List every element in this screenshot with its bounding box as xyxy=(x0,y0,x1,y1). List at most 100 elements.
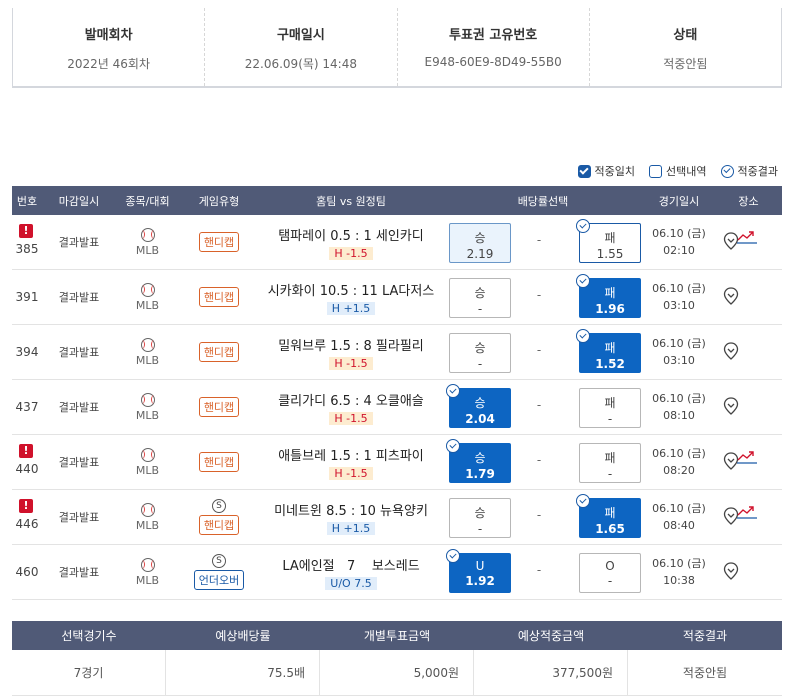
row-sport-cell: MLB xyxy=(116,502,179,532)
close-status: 결과발표 xyxy=(58,401,100,414)
match-time: 08:10 xyxy=(663,409,695,422)
row-odds-cell: 승 - - 패 1.96 xyxy=(443,270,643,324)
odds-option-label: 패 xyxy=(604,341,616,355)
odds-option-left[interactable]: 승 2.04 xyxy=(446,384,511,428)
purchase-value: 22.06.09(목) 14:48 xyxy=(244,57,357,71)
draw-dash: - xyxy=(536,508,542,522)
row-sport-cell: MLB xyxy=(116,557,179,587)
row-sport-cell: MLB xyxy=(116,282,179,312)
odds-option-left[interactable]: 승 - xyxy=(449,333,511,373)
match-time: 03:10 xyxy=(663,354,695,367)
row-date-cell: 06.10 (금) 03:10 xyxy=(643,335,715,369)
odds-option-value: 1.92 xyxy=(465,574,495,588)
summary-header-games: 선택경기수 xyxy=(61,629,117,643)
odds-option-left[interactable]: 승 2.19 xyxy=(449,223,511,263)
single-badge: S xyxy=(212,554,226,568)
odds-option-left[interactable]: 승 - xyxy=(449,498,511,538)
league-name: MLB xyxy=(135,573,160,587)
match-time: 03:10 xyxy=(663,299,695,312)
location-pin-icon[interactable] xyxy=(723,397,739,415)
odds-option-right[interactable]: 패 1.96 xyxy=(576,274,641,318)
row-type-cell: S 언더오버 xyxy=(179,554,259,590)
legend-hit-match[interactable]: 적중일치 xyxy=(577,163,635,179)
purchase-label: 구매일시 xyxy=(276,28,325,43)
match-time: 10:38 xyxy=(663,574,695,587)
odds-option-label: 승 xyxy=(474,506,486,520)
round-col: 발매회차 2022년 46회차 xyxy=(13,8,206,86)
odds-option-value: 1.65 xyxy=(595,522,625,536)
handicap-value: H -1.5 xyxy=(329,246,373,260)
bet-table-header: 번호 마감일시 종목/대회 게임유형 홈팀 vs 원정팀 배당률선택 경기일시 … xyxy=(12,186,782,215)
summary-header: 선택경기수 예상배당률 개별투표금액 예상적중금액 적중결과 xyxy=(12,621,782,650)
row-date-cell: 06.10 (금) 03:10 xyxy=(643,280,715,314)
summary-odds: 75.5배 xyxy=(166,650,320,695)
row-number: 385 xyxy=(15,242,39,256)
header-place: 장소 xyxy=(738,194,759,208)
match-teams: LA에인절 7 보스레드 xyxy=(282,558,420,574)
odds-option-right[interactable]: 패 - xyxy=(579,443,641,483)
row-no-cell: 437 xyxy=(12,380,42,434)
draw-dash: - xyxy=(536,233,542,247)
handicap-value: U/O 7.5 xyxy=(325,576,377,590)
checked-checkbox-icon[interactable] xyxy=(577,164,591,178)
odds-option-value: - xyxy=(607,574,613,588)
row-close-cell: 결과발표 xyxy=(42,564,116,580)
baseball-icon xyxy=(140,447,155,462)
summary-result: 적중안됨 xyxy=(682,666,728,680)
close-status: 결과발표 xyxy=(58,346,100,359)
odds-option-label: 승 xyxy=(474,341,486,355)
row-type-cell: 핸디캡 xyxy=(179,232,259,252)
odds-option-label: U xyxy=(475,559,485,573)
match-date: 06.10 (금) xyxy=(652,392,706,405)
odds-option-value: 1.55 xyxy=(596,247,624,261)
location-pin-icon[interactable] xyxy=(723,342,739,360)
odds-option-value: - xyxy=(607,467,613,481)
legend-selection-label: 선택내역 xyxy=(666,165,707,178)
row-date-cell: 06.10 (금) 08:40 xyxy=(643,500,715,534)
location-pin-icon[interactable] xyxy=(723,287,739,305)
odds-option-right[interactable]: 패 1.65 xyxy=(576,494,641,538)
location-pin-icon[interactable] xyxy=(723,562,739,580)
table-row: 460 결과발표 MLB S 언더오버 LA에인절 7 보스레드 U/O 7.5 xyxy=(12,545,782,600)
game-type-badge: 핸디캡 xyxy=(198,397,240,417)
row-number: 460 xyxy=(15,565,39,579)
odds-option-left[interactable]: 승 - xyxy=(449,278,511,318)
row-teams-cell: LA에인절 7 보스레드 U/O 7.5 xyxy=(259,555,443,590)
odds-option-right[interactable]: 패 - xyxy=(579,388,641,428)
trend-chart-icon[interactable] xyxy=(737,505,757,519)
legend-selection[interactable]: 선택내역 xyxy=(649,163,707,179)
summary-amount: 5,000원 xyxy=(320,650,474,695)
odds-option-value: - xyxy=(477,357,483,371)
trend-chart-icon[interactable] xyxy=(737,450,757,464)
row-number: 437 xyxy=(15,400,39,414)
row-odds-cell: 승 2.19 - 패 1.55 xyxy=(443,215,643,269)
empty-checkbox-icon[interactable] xyxy=(649,164,663,178)
check-circle-icon xyxy=(446,439,460,453)
row-teams-cell: 미네트윈 8.5 : 10 뉴욕양키 H +1.5 xyxy=(259,500,443,535)
header-no: 번호 xyxy=(16,194,38,208)
row-sport-cell: MLB xyxy=(116,392,179,422)
header-sport: 종목/대회 xyxy=(125,194,170,208)
row-no-cell: 460 xyxy=(12,545,42,599)
check-circle-icon xyxy=(576,219,590,233)
legend-hit-result[interactable]: 적중결과 xyxy=(720,163,778,179)
close-status: 결과발표 xyxy=(58,291,100,304)
row-type-cell: 핸디캡 xyxy=(179,452,259,472)
odds-option-right[interactable]: O - xyxy=(579,553,641,593)
odds-option-right[interactable]: 패 1.55 xyxy=(576,219,641,263)
summary-table: 선택경기수 예상배당률 개별투표금액 예상적중금액 적중결과 7경기 75.5배… xyxy=(12,621,782,696)
odds-option-right[interactable]: 패 1.52 xyxy=(576,329,641,373)
handicap-value: H -1.5 xyxy=(329,411,373,425)
purchase-col: 구매일시 22.06.09(목) 14:48 xyxy=(205,8,398,86)
odds-option-label: 패 xyxy=(604,396,616,410)
row-date-cell: 06.10 (금) 08:10 xyxy=(643,390,715,424)
odds-option-left[interactable]: 승 1.79 xyxy=(446,439,511,483)
draw-dash: - xyxy=(536,288,542,302)
trend-chart-icon[interactable] xyxy=(737,230,757,244)
game-type-badge: 핸디캡 xyxy=(198,232,240,252)
odds-option-left[interactable]: U 1.92 xyxy=(446,549,511,593)
close-status: 결과발표 xyxy=(58,566,100,579)
row-place-cell xyxy=(715,215,782,269)
alert-icon: ! xyxy=(19,444,33,458)
check-circle-icon[interactable] xyxy=(720,164,734,178)
